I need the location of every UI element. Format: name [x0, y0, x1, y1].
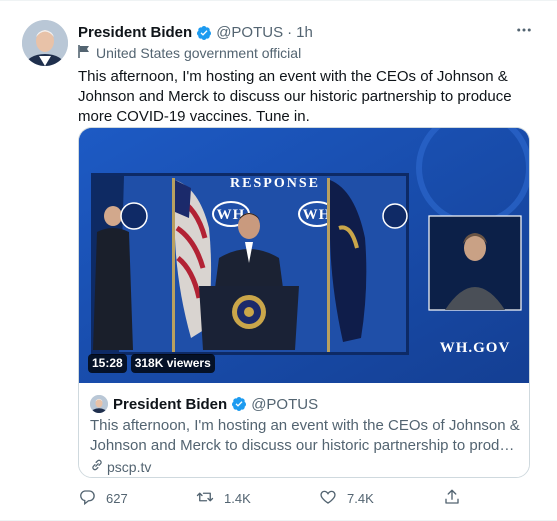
government-label[interactable]: United States government official — [78, 45, 301, 61]
author-avatar[interactable] — [22, 20, 68, 66]
quote-text: This afternoon, I'm hosting an event wit… — [90, 416, 520, 456]
quote-author-name: President Biden — [113, 395, 228, 413]
more-icon[interactable] — [515, 21, 533, 44]
retweet-icon — [196, 488, 224, 509]
quote-handle: @POTUS — [251, 395, 319, 413]
video-player[interactable]: WH WH RESPONSE WH.GOV 15:28 318K viewers — [79, 128, 529, 383]
quote-verified-badge-icon — [231, 396, 247, 412]
tweet[interactable]: President Biden @POTUS · 1h United State… — [0, 0, 557, 521]
share-icon — [443, 488, 471, 509]
quote-avatar — [90, 395, 108, 413]
header-separator: · — [287, 24, 293, 41]
video-viewers: 318K viewers — [130, 354, 215, 373]
reply-count: 627 — [106, 491, 128, 506]
quote-body[interactable]: President Biden @POTUS This afternoon, I… — [79, 383, 529, 477]
author-name[interactable]: President Biden — [78, 24, 192, 41]
retweet-count: 1.4K — [224, 491, 251, 506]
tweet-time[interactable]: 1h — [296, 24, 313, 41]
video-badges: 15:28 318K viewers — [88, 354, 219, 373]
wh-gov-watermark: WH.GOV — [440, 340, 511, 356]
link-icon — [90, 458, 107, 475]
retweet-button[interactable]: 1.4K — [196, 488, 251, 509]
quote-text-line-1: This afternoon, I'm hosting an event wit… — [90, 417, 520, 434]
share-button[interactable] — [443, 488, 471, 509]
government-label-text: United States government official — [96, 45, 302, 61]
author-handle[interactable]: @POTUS — [216, 24, 283, 41]
like-button[interactable]: 7.4K — [319, 488, 374, 509]
tweet-header: President Biden @POTUS · 1h — [78, 24, 313, 41]
quote-text-line-2: Johnson and Merck to discuss our histori… — [90, 437, 520, 454]
reply-icon — [78, 488, 106, 509]
quote-link[interactable]: pscp.tv — [90, 458, 151, 475]
flag-icon — [78, 45, 96, 61]
backdrop-response-text: RESPONSE — [230, 176, 320, 191]
heart-icon — [319, 488, 347, 509]
quote-link-text: pscp.tv — [107, 458, 152, 475]
verified-badge-icon — [196, 25, 212, 41]
video-duration: 15:28 — [88, 354, 127, 373]
tweet-text: This afternoon, I'm hosting an event wit… — [78, 68, 512, 125]
like-count: 7.4K — [347, 491, 374, 506]
quoted-card[interactable]: WH WH RESPONSE WH.GOV 15:28 318K viewers… — [78, 127, 530, 478]
quote-header: President Biden @POTUS — [90, 395, 318, 413]
reply-button[interactable]: 627 — [78, 488, 128, 509]
